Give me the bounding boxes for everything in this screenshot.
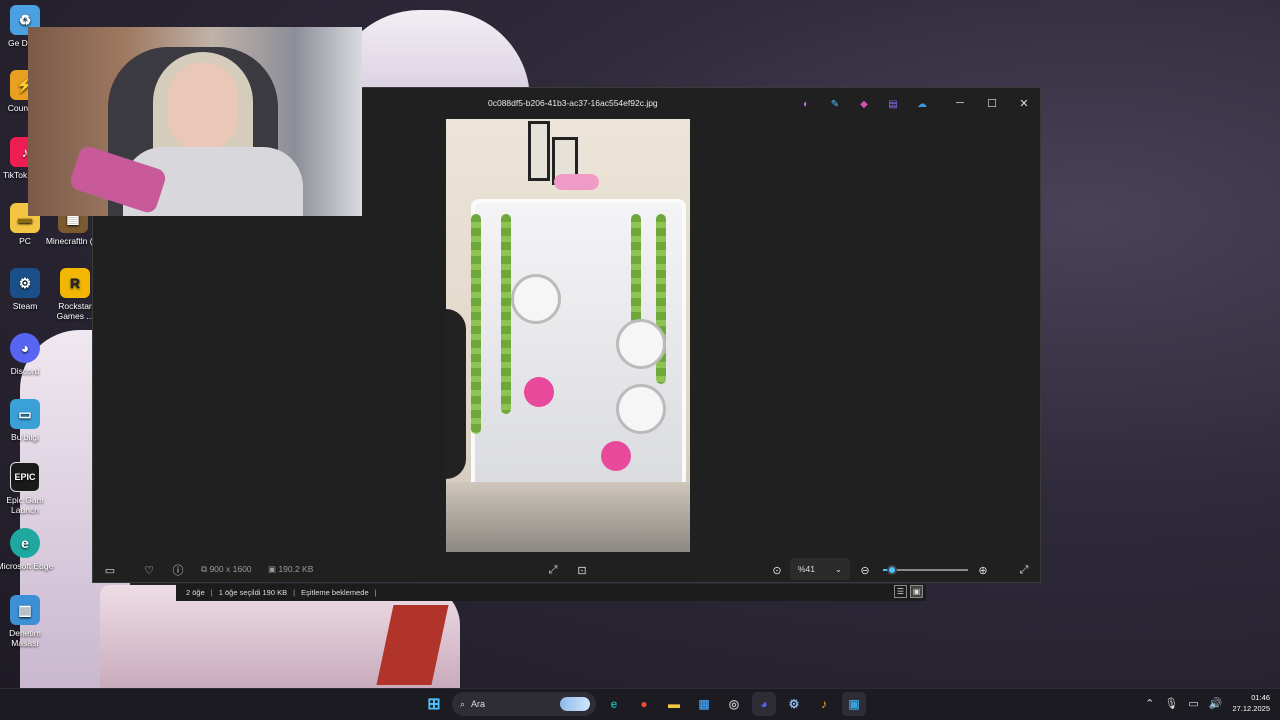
- desktop-icon-label: Epic Gam Launch: [6, 495, 44, 515]
- steam-icon: ⚙: [10, 268, 40, 298]
- window-title: 0c088df5-b206-41b3-ac37-16ac554ef92c.jpg: [488, 98, 658, 108]
- disk-icon: ▣: [268, 564, 277, 574]
- photo-fan: [511, 274, 561, 324]
- discord-taskbar-icon[interactable]: ◕: [752, 692, 776, 716]
- desktop-icon-discord[interactable]: ◕ Discord: [0, 333, 55, 376]
- photo-plush: [446, 309, 466, 479]
- image-dimensions: ⧉ 900 x 1600: [201, 564, 252, 574]
- view-toggle: ☰ ▣: [894, 585, 923, 598]
- fullscreen-icon[interactable]: ⤢: [1016, 562, 1032, 578]
- search-placeholder: Ara: [471, 699, 486, 709]
- photo-view[interactable]: [446, 119, 690, 552]
- steam-taskbar-icon[interactable]: ⚙: [782, 692, 806, 716]
- system-tray: ⌃ 🎙 ▭ 🔊 01:46 27.12.2025: [1145, 692, 1270, 714]
- desktop-icon-edge[interactable]: e Microsoft Edge: [0, 528, 55, 571]
- close-button[interactable]: ✕: [1008, 88, 1040, 118]
- fit-screen-icon[interactable]: ⤢: [545, 562, 561, 578]
- desktop-icon-epic-games[interactable]: EPIC Epic Gam Launch: [0, 462, 55, 515]
- clock-time: 01:46: [1251, 693, 1270, 702]
- desktop-icon-label: Discord: [10, 366, 40, 376]
- discord-icon: ◕: [10, 333, 40, 363]
- selection-info: 1 öğe seçildi 190 KB: [218, 588, 288, 597]
- rockstar-icon: R: [60, 268, 90, 298]
- onedrive-icon[interactable]: ☁: [914, 96, 930, 112]
- photos-taskbar-icon[interactable]: ▣: [842, 692, 866, 716]
- photo-ribbon: [554, 174, 599, 190]
- control-panel-icon: ▥: [10, 595, 40, 625]
- photo-fan: [616, 384, 666, 434]
- separator: |: [374, 588, 377, 597]
- details-view-icon[interactable]: ☰: [894, 585, 907, 598]
- photo-fan: [616, 319, 666, 369]
- zoom-select[interactable]: %41 ⌄: [790, 558, 850, 580]
- filmstrip-icon[interactable]: ▭: [102, 562, 118, 578]
- desktop-icon-this-pc[interactable]: ▭ Bu bilgi: [0, 399, 55, 442]
- zoom-in-icon[interactable]: ⊕: [975, 562, 991, 578]
- taskbar-apps: ⊞ ⌕ Ara e ● ▬ ▦ ◎ ◕ ⚙ ♪ ▣: [422, 692, 866, 716]
- info-icon[interactable]: ⓘ: [170, 562, 186, 578]
- zoom-slider[interactable]: [883, 565, 968, 575]
- title-tools: ◐ ✎ ◆ ▤ ☁: [798, 96, 930, 112]
- desktop-icon-label: Bu bilgi: [11, 432, 39, 442]
- microphone-icon[interactable]: 🎙: [1164, 697, 1178, 710]
- bottom-bar: ▭ ♡ ⓘ ⧉ 900 x 1600 ▣ 190.2 KB ⤢ ⊡ ⊙ %41 …: [93, 556, 1040, 584]
- desktop-icon-label: Microsoft Edge: [0, 561, 54, 571]
- file-size: ▣ 190.2 KB: [268, 564, 314, 574]
- photo-vine: [471, 214, 481, 434]
- tiktok-taskbar-icon[interactable]: ♪: [812, 692, 836, 716]
- item-count: 2 öğe: [186, 588, 205, 597]
- search-icon: ⌕: [460, 698, 466, 709]
- this-pc-icon: ▭: [10, 399, 40, 429]
- designer-icon[interactable]: ▤: [885, 96, 901, 112]
- clock[interactable]: 01:46 27.12.2025: [1232, 692, 1270, 714]
- screenshot-icon[interactable]: ⊙: [769, 562, 785, 578]
- edge-icon: e: [10, 528, 40, 558]
- search-box[interactable]: ⌕ Ara: [452, 692, 596, 716]
- wall-frame: [528, 121, 550, 181]
- large-icons-view-icon[interactable]: ▣: [910, 585, 923, 598]
- chevron-down-icon: ⌄: [834, 563, 842, 574]
- photo-rose: [601, 441, 631, 471]
- minimize-button[interactable]: ─: [944, 88, 976, 118]
- maximize-button[interactable]: ☐: [976, 88, 1008, 118]
- window-controls: ─ ☐ ✕: [944, 88, 1040, 118]
- volume-icon[interactable]: 🔊: [1209, 697, 1223, 710]
- photo-rose: [524, 377, 554, 407]
- separator: |: [210, 588, 213, 597]
- clock-date: 27.12.2025: [1232, 704, 1270, 713]
- copilot-icon[interactable]: ◐: [798, 96, 814, 112]
- network-icon[interactable]: ▭: [1188, 697, 1198, 710]
- weather-widget-icon: [560, 697, 590, 711]
- obs-icon[interactable]: ◎: [722, 692, 746, 716]
- dimensions-icon: ⧉: [201, 564, 208, 574]
- webcam-overlay: [28, 27, 362, 216]
- epic-games-icon: EPIC: [10, 462, 40, 492]
- chevron-up-icon[interactable]: ⌃: [1145, 697, 1154, 710]
- favorite-icon[interactable]: ♡: [141, 562, 157, 578]
- zoom-slider-thumb[interactable]: [887, 565, 897, 575]
- store-icon[interactable]: ▦: [692, 692, 716, 716]
- start-button[interactable]: ⊞: [422, 692, 446, 716]
- file-explorer-icon[interactable]: ▬: [662, 692, 686, 716]
- desktop-icon-label: Denetim Masası: [9, 628, 41, 648]
- photo-floor: [446, 482, 690, 552]
- sync-status: Eşitleme beklemede: [301, 588, 369, 597]
- zoom-value: %41: [798, 564, 816, 574]
- explorer-status-bar: 2 öğe | 1 öğe seçildi 190 KB | Eşitleme …: [176, 584, 926, 601]
- actual-size-icon[interactable]: ⊡: [574, 562, 590, 578]
- photo-vine: [501, 214, 511, 414]
- webcam-face: [168, 62, 238, 152]
- edit-icon[interactable]: ✎: [827, 96, 843, 112]
- separator: |: [293, 588, 296, 597]
- edge-taskbar-icon[interactable]: e: [602, 692, 626, 716]
- clipchamp-icon[interactable]: ◆: [856, 96, 872, 112]
- chrome-icon[interactable]: ●: [632, 692, 656, 716]
- zoom-out-icon[interactable]: ⊖: [857, 562, 873, 578]
- desktop-icon-control-panel[interactable]: ▥ Denetim Masası: [0, 595, 55, 648]
- taskbar: ⊞ ⌕ Ara e ● ▬ ▦ ◎ ◕ ⚙ ♪ ▣ ⌃ 🎙 ▭ 🔊 01:46 …: [0, 688, 1280, 720]
